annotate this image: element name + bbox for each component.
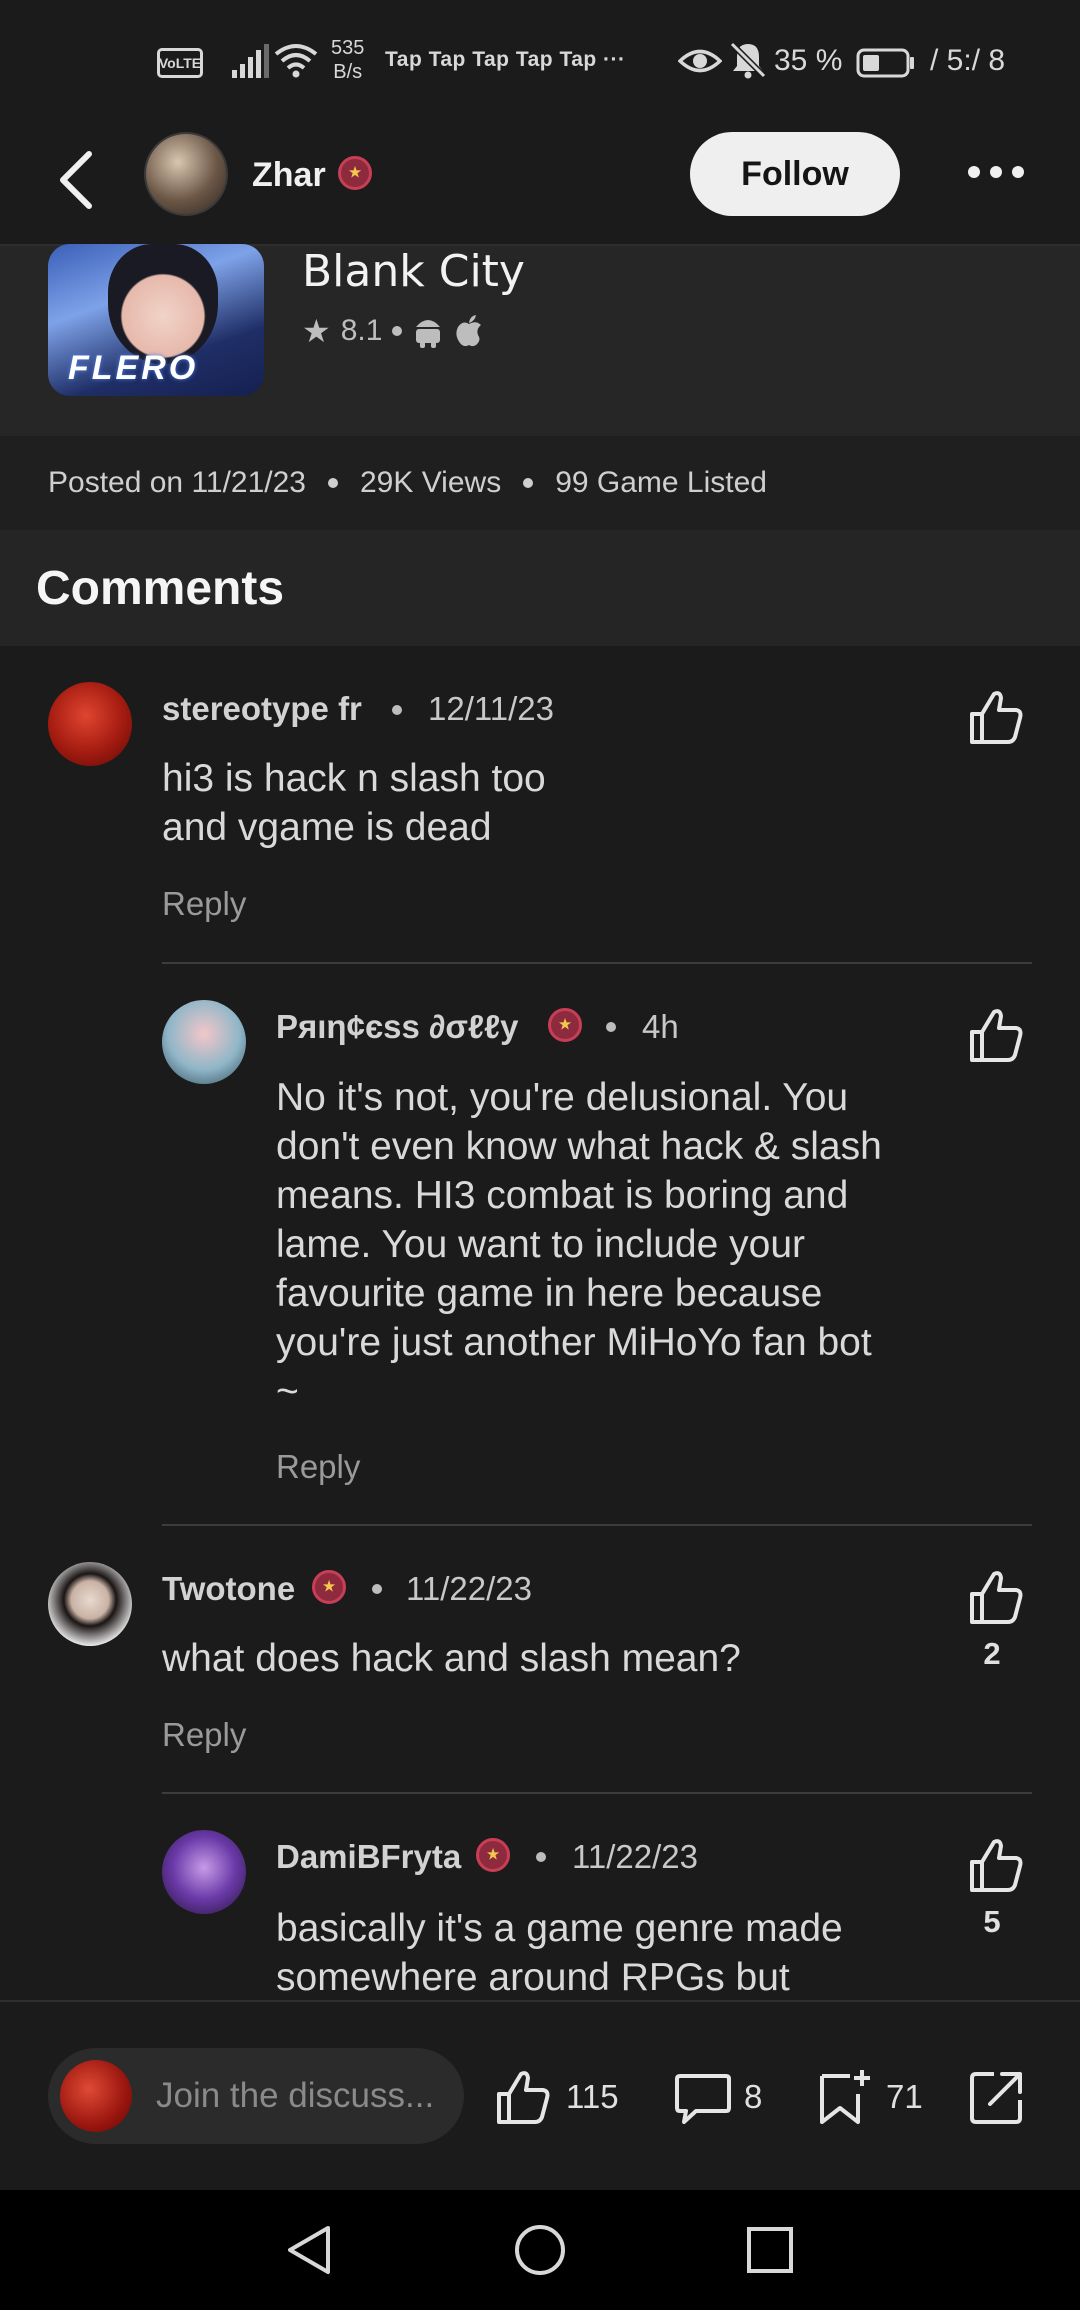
bottom-action-bar: Join the discuss... 115 8 71 bbox=[0, 2000, 1080, 2190]
comment-input-placeholder: Join the discuss... bbox=[156, 2076, 435, 2115]
post-comment-count: 8 bbox=[744, 2078, 763, 2115]
commenter-name[interactable]: DamiBFryta bbox=[276, 1838, 461, 1876]
post-save-count: 71 bbox=[886, 2078, 923, 2115]
thumbs-up-icon[interactable] bbox=[494, 2068, 552, 2126]
creator-badge-icon bbox=[476, 1838, 510, 1872]
share-icon[interactable] bbox=[968, 2068, 1026, 2126]
comment-date: 11/22/23 bbox=[572, 1838, 699, 1875]
commenter-avatar[interactable] bbox=[162, 1830, 246, 1914]
like-count: 5 bbox=[983, 1904, 1001, 1939]
comment-input[interactable]: Join the discuss... bbox=[48, 2048, 464, 2144]
comment-reply: DamiBFryta 11/22/23 basically it's a gam… bbox=[0, 0, 1080, 2000]
my-avatar bbox=[60, 2060, 132, 2132]
nav-recents-icon[interactable] bbox=[742, 2222, 798, 2278]
bookmark-plus-icon[interactable] bbox=[816, 2068, 874, 2126]
thumbs-up-icon[interactable] bbox=[968, 1836, 1024, 1894]
nav-home-icon[interactable] bbox=[512, 2222, 568, 2278]
system-navigation-bar bbox=[0, 2190, 1080, 2310]
comment-line: somewhere around RPGs but bbox=[276, 1956, 790, 1999]
comment-bubble-icon[interactable] bbox=[674, 2068, 732, 2126]
comment-text: basically it's a game genre made somewhe… bbox=[276, 1904, 843, 2000]
separator-dot bbox=[536, 1852, 546, 1862]
nav-back-icon[interactable] bbox=[282, 2222, 338, 2278]
comment-line: basically it's a game genre made bbox=[276, 1907, 843, 1950]
post-like-count: 115 bbox=[566, 2078, 619, 2115]
